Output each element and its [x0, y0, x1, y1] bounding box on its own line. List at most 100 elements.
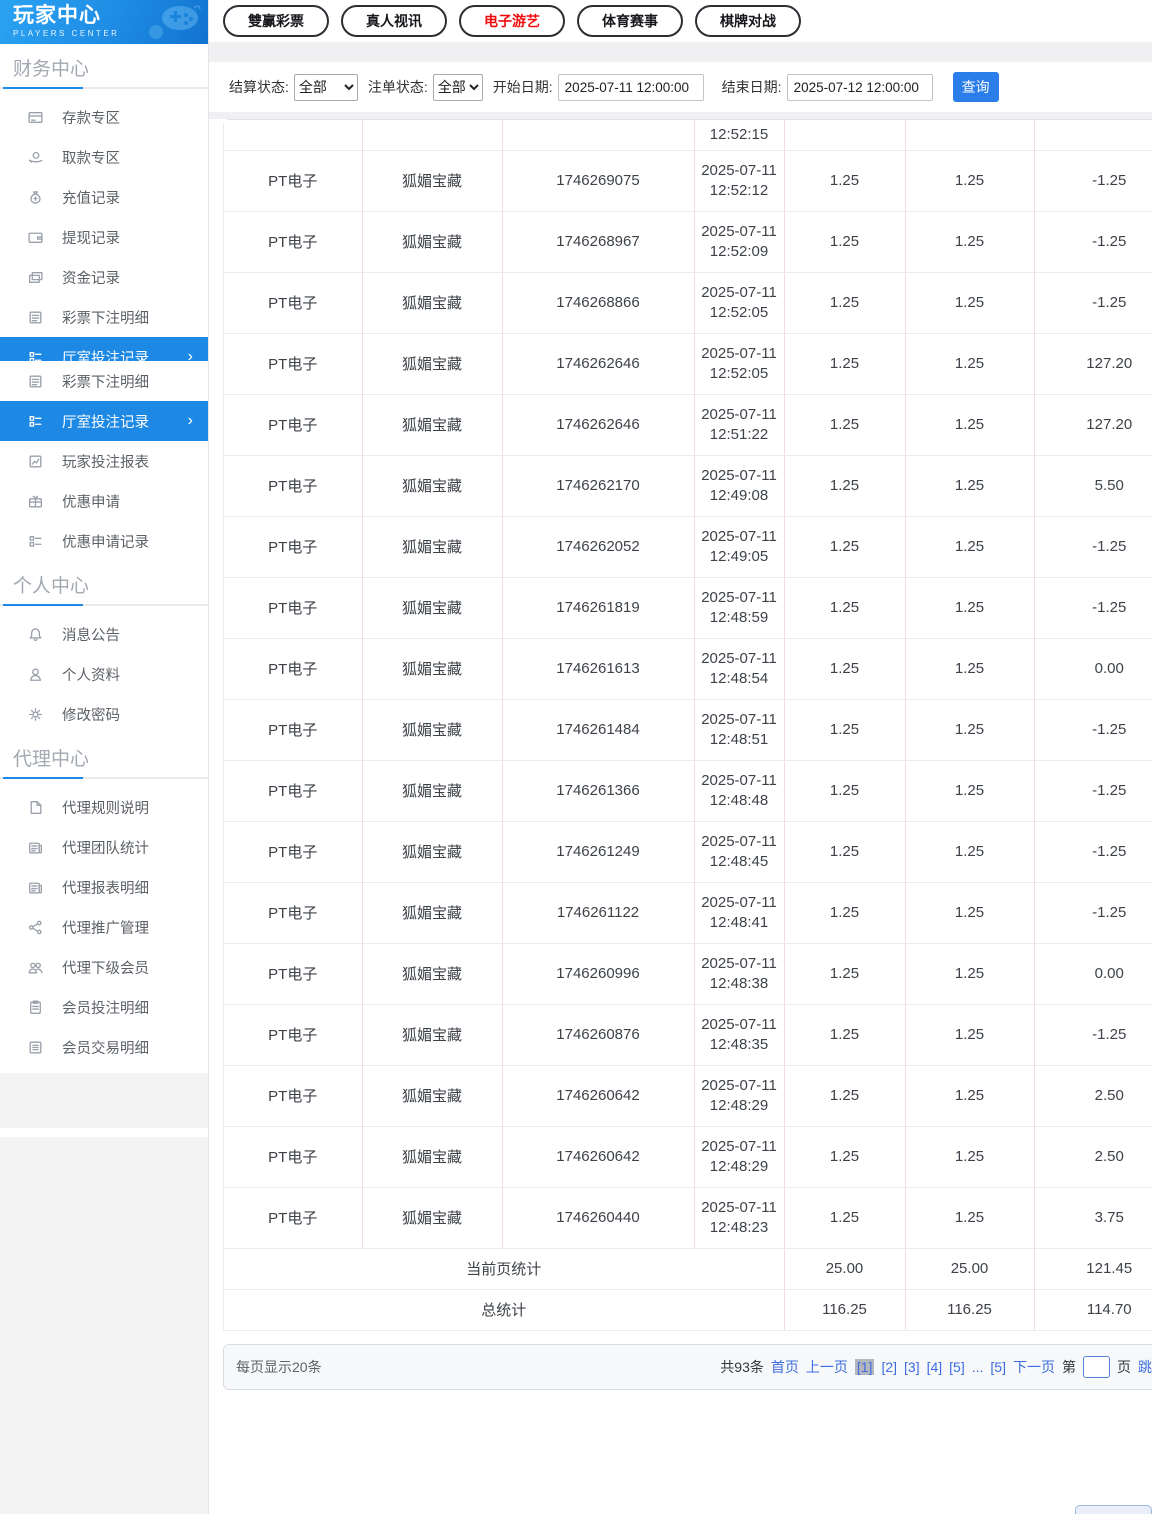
query-button[interactable]: 查询 [952, 72, 999, 102]
end-date-input[interactable] [786, 73, 933, 101]
sidebar-item-label: 提现记录 [62, 230, 120, 247]
sidebar-item-lottery-bet-details[interactable]: 彩票下注明细 [0, 297, 208, 337]
cell-order: 1746260876 [502, 1004, 695, 1066]
order-status-select[interactable]: 全部 [432, 73, 483, 101]
sidebar-item-label: 优惠申请 [62, 494, 120, 511]
cell-valid-bet: 1.25 [905, 1004, 1035, 1066]
cell-bet: 1.25 [784, 394, 906, 456]
cell-valid-bet: 1.25 [905, 455, 1035, 517]
sidebar-item-agent-report-details[interactable]: 代理报表明细 [0, 867, 208, 907]
page-link-3[interactable]: [3] [904, 1359, 920, 1375]
last-page-link[interactable]: [5] [990, 1359, 1006, 1375]
scroll-top-peek[interactable] [1075, 1505, 1152, 1514]
sidebar-item-withdraw[interactable]: 取款专区 [0, 137, 208, 177]
cell-bet: 1.25 [784, 150, 906, 212]
cell-time: 12:48:51 [709, 730, 769, 748]
sidebar-item-hall-bet-records-clipped[interactable]: 厅室投注记录 › [0, 337, 208, 361]
sidebar-item-profile[interactable]: 个人资料 [0, 654, 208, 694]
per-page-label: 每页显示20条 [236, 1358, 322, 1375]
grand-total-label: 总统计 [224, 1289, 785, 1331]
sidebar-item-hall-bet-records[interactable]: 厅室投注记录 › [0, 401, 208, 441]
sidebar-item-funds-records[interactable]: 资金记录 [0, 257, 208, 297]
settle-status-select[interactable]: 全部 [293, 73, 358, 101]
sidebar-item-agent-rules[interactable]: 代理规则说明 [0, 787, 208, 827]
cell-time: 12:48:41 [709, 913, 769, 931]
sidebar-item-recharge-records[interactable]: 充值记录 [0, 177, 208, 217]
cell-game: 狐媚宝藏 [362, 882, 503, 944]
jump-suffix: 页 [1117, 1358, 1131, 1375]
cell-time: 12:48:29 [709, 1157, 769, 1175]
cell-time: 12:52:05 [709, 364, 769, 382]
page-link-2[interactable]: [2] [881, 1359, 897, 1375]
document-icon [27, 799, 44, 816]
grand-total-valid: 116.25 [905, 1289, 1035, 1331]
cell-bet: 1.25 [784, 943, 906, 1005]
cell-game: 狐媚宝藏 [362, 1126, 503, 1188]
tab-lottery[interactable]: 雙赢彩票 [223, 5, 329, 37]
cell-date: 2025-07-11 [701, 954, 777, 972]
cell-date: 2025-07-11 [701, 527, 777, 545]
chevron-right-icon: › [187, 348, 193, 362]
cell-provider: PT电子 [224, 455, 363, 517]
cell-time: 12:48:54 [709, 669, 769, 687]
cell-game: 狐媚宝藏 [362, 699, 503, 761]
next-page-link[interactable]: 下一页 [1013, 1357, 1055, 1377]
cell-profit: -1.25 [1034, 150, 1152, 212]
cell-profit [1034, 120, 1152, 151]
cell-game: 狐媚宝藏 [362, 333, 503, 395]
gift-icon [27, 493, 44, 510]
sidebar-item-label: 取款专区 [62, 150, 120, 167]
sidebar-item-agent-promotion[interactable]: 代理推广管理 [0, 907, 208, 947]
cell-bet: 1.25 [784, 455, 906, 517]
cell-bet: 1.25 [784, 882, 906, 944]
cell-bet: 1.25 [784, 1065, 906, 1127]
cell-profit: 127.20 [1034, 333, 1152, 395]
cell-valid-bet: 1.25 [905, 394, 1035, 456]
table-row: PT电子 狐媚宝藏 1746260440 2025-07-11 12:48:23… [224, 1187, 1152, 1249]
sidebar-item-change-password[interactable]: 修改密码 [0, 694, 208, 734]
sidebar-item-member-transaction-details[interactable]: 会员交易明细 [0, 1027, 208, 1067]
cell-bet: 1.25 [784, 760, 906, 822]
sidebar-item-deposit[interactable]: 存款专区 [0, 97, 208, 137]
sidebar-item-agent-team-stats[interactable]: 代理团队统计 [0, 827, 208, 867]
prev-page-link[interactable]: 上一页 [806, 1357, 848, 1377]
sidebar-item-label: 会员交易明细 [62, 1040, 149, 1057]
sidebar-item-promo-apply[interactable]: 优惠申请 [0, 481, 208, 521]
current-page-stats-label: 当前页统计 [224, 1248, 785, 1290]
page-link-1[interactable]: [1] [854, 1358, 875, 1375]
cell-valid-bet: 1.25 [905, 333, 1035, 395]
tab-electronic-games[interactable]: 电子游艺 [459, 5, 565, 37]
first-page-link[interactable]: 首页 [771, 1357, 799, 1377]
gear-icon [27, 706, 44, 723]
cell-valid-bet: 1.25 [905, 821, 1035, 883]
jump-button[interactable]: 跳转 [1138, 1357, 1152, 1377]
page-link-5[interactable]: [5] [949, 1359, 965, 1375]
sidebar-item-label: 彩票下注明细 [62, 374, 149, 391]
sidebar-item-promo-apply-records[interactable]: 优惠申请记录 [0, 521, 208, 561]
tab-live-casino[interactable]: 真人视讯 [341, 5, 447, 37]
cell-valid-bet: 1.25 [905, 516, 1035, 578]
cell-valid-bet: 1.25 [905, 577, 1035, 639]
cell-order: 1746260642 [502, 1065, 695, 1127]
tab-sports[interactable]: 体育赛事 [577, 5, 683, 37]
sidebar-item-player-bet-report[interactable]: 玩家投注报表 [0, 441, 208, 481]
sidebar-item-lottery-bet-details-duplicate[interactable]: 彩票下注明细 [0, 361, 208, 401]
cell-provider: PT电子 [224, 943, 363, 1005]
list-box-icon [27, 1039, 44, 1056]
cell-bet: 1.25 [784, 821, 906, 883]
cell-order: 1746261484 [502, 699, 695, 761]
report-chart-icon [27, 453, 44, 470]
tab-board-games[interactable]: 棋牌对战 [695, 5, 801, 37]
sidebar-item-messages[interactable]: 消息公告 [0, 614, 208, 654]
cell-provider: PT电子 [224, 211, 363, 273]
sidebar-item-member-bet-details[interactable]: 会员投注明细 [0, 987, 208, 1027]
jump-page-input[interactable] [1083, 1355, 1110, 1378]
sidebar-item-agent-sub-members[interactable]: 代理下级会员 [0, 947, 208, 987]
cell-profit: -1.25 [1034, 882, 1152, 944]
cell-game: 狐媚宝藏 [362, 1187, 503, 1249]
start-date-input[interactable] [557, 73, 704, 101]
cell-date: 2025-07-11 [701, 283, 777, 301]
sidebar-item-withdraw-records[interactable]: 提现记录 [0, 217, 208, 257]
bell-icon [27, 626, 44, 643]
page-link-4[interactable]: [4] [927, 1359, 943, 1375]
